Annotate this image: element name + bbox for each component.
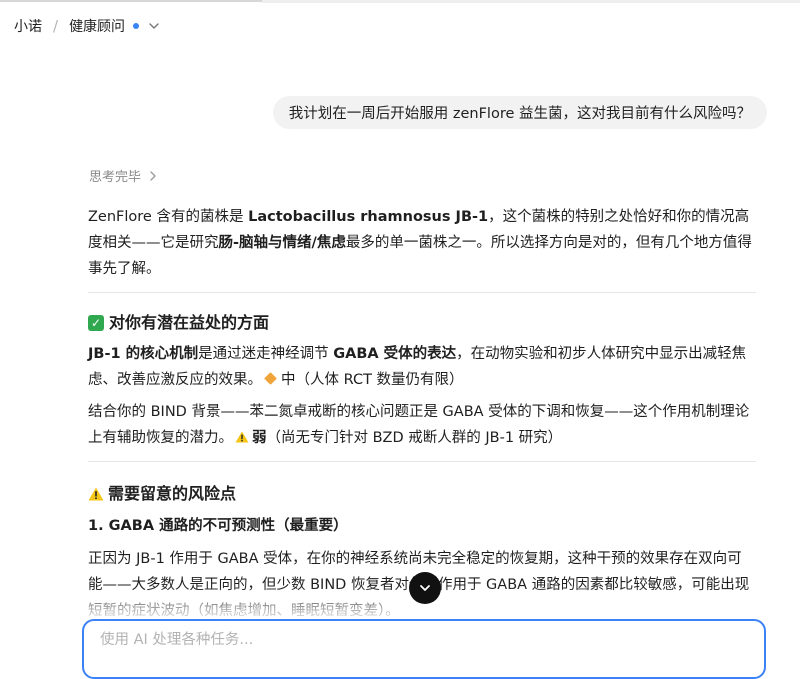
evidence-note-1: （人体 RCT 数量仍有限）	[295, 372, 464, 388]
evidence-rating-medium: 中	[281, 372, 296, 388]
intro-bold-strain: Lactobacillus rhamnosus JB-1	[248, 209, 489, 225]
assistant-response: ZenFlore 含有的菌株是 Lactobacillus rhamnosus …	[88, 204, 756, 624]
divider	[88, 461, 756, 462]
scroll-to-bottom-button[interactable]	[409, 572, 441, 604]
warning-icon	[235, 431, 249, 443]
chevron-down-icon[interactable]	[147, 19, 161, 33]
intro-paragraph: ZenFlore 含有的菌株是 Lactobacillus rhamnosus …	[88, 204, 756, 282]
evidence-rating-weak: 弱	[252, 430, 267, 446]
evidence-note-2: （尚无专门针对 BZD 戒断人群的 JB-1 研究）	[266, 430, 563, 446]
user-message-bubble: 我计划在一周后开始服用 zenFlore 益生菌，这对我目前有什么风险吗？	[272, 96, 767, 129]
chevron-right-icon	[149, 170, 157, 182]
orange-diamond-icon	[264, 372, 277, 385]
intro-text-1: ZenFlore 含有的菌株是	[88, 209, 249, 225]
risk-subheading-1: 1. GABA 通路的不可预测性（最重要）	[88, 518, 348, 534]
top-border-left	[0, 0, 262, 2]
top-border-right	[262, 0, 800, 3]
chat-input-box[interactable]	[82, 619, 766, 679]
app-name-link[interactable]: 小诺	[14, 16, 42, 36]
benefits-heading-text: 对你有潜在益处的方面	[109, 313, 270, 332]
check-mark-icon: ✓	[88, 315, 104, 331]
intro-bold-topic: 肠-脑轴与情绪/焦虑	[218, 235, 346, 251]
benefits-bold-mechanism: JB-1 的核心机制	[88, 346, 199, 362]
content-fade	[0, 586, 800, 620]
agent-name[interactable]: 健康顾问	[69, 16, 125, 36]
thinking-toggle[interactable]: 思考完毕	[89, 166, 157, 185]
thinking-label: 思考完毕	[89, 170, 142, 185]
breadcrumb-separator: /	[53, 17, 59, 35]
top-border	[0, 0, 800, 4]
risks-heading-text: 需要留意的风险点	[108, 484, 237, 503]
risks-heading: 需要留意的风险点	[88, 482, 756, 506]
divider	[88, 292, 756, 293]
benefits-heading: ✓ 对你有潜在益处的方面	[88, 311, 756, 335]
benefits-text-1: 是通过迷走神经调节	[198, 346, 334, 362]
warning-icon	[88, 487, 104, 501]
benefits-paragraph-1: JB-1 的核心机制是通过迷走神经调节 GABA 受体的表达，在动物实验和初步人…	[88, 341, 756, 393]
user-message-text: 我计划在一周后开始服用 zenFlore 益生菌，这对我目前有什么风险吗？	[288, 106, 751, 122]
benefits-bold-gaba: GABA 受体的表达	[333, 346, 457, 362]
status-dot	[133, 23, 140, 29]
breadcrumb: 小诺 / 健康顾问	[14, 14, 161, 38]
chevron-down-icon	[420, 585, 430, 591]
benefits-paragraph-2: 结合你的 BIND 背景——苯二氮卓戒断的核心问题正是 GABA 受体的下调和恢…	[88, 399, 756, 451]
chat-input[interactable]	[98, 631, 742, 649]
